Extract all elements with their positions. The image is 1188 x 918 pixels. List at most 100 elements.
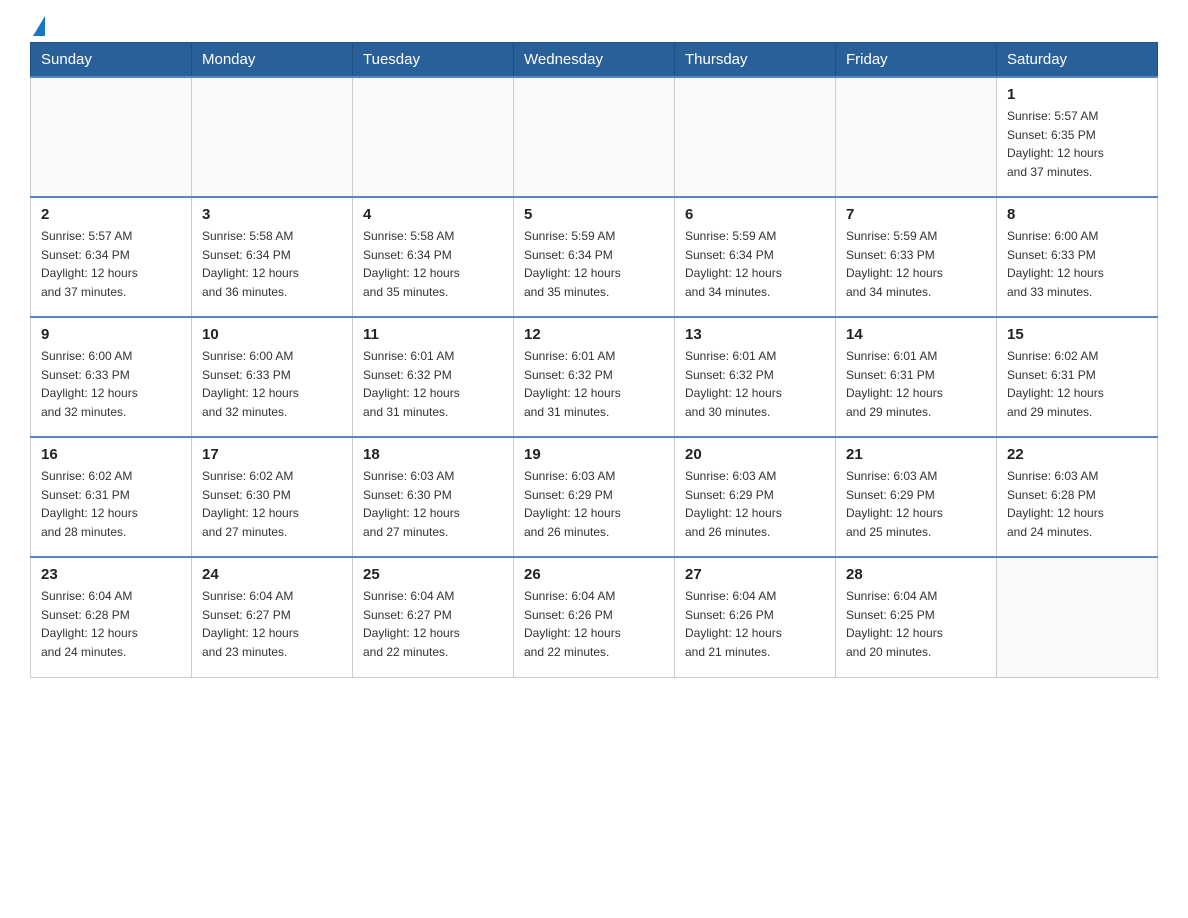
day-number: 14 (846, 326, 986, 343)
calendar-cell: 3 Sunrise: 5:58 AM Sunset: 6:34 PM Daylig… (192, 197, 353, 317)
calendar-cell: 27 Sunrise: 6:04 AM Sunset: 6:26 PM Dayli… (675, 557, 836, 677)
calendar-cell: 18 Sunrise: 6:03 AM Sunset: 6:30 PM Dayli… (353, 437, 514, 557)
day-info: Sunrise: 5:59 AM Sunset: 6:34 PM Dayligh… (685, 227, 825, 301)
day-info: Sunrise: 6:04 AM Sunset: 6:25 PM Dayligh… (846, 587, 986, 661)
calendar-cell (997, 557, 1158, 677)
day-number: 12 (524, 326, 664, 343)
day-number: 22 (1007, 446, 1147, 463)
day-info: Sunrise: 5:58 AM Sunset: 6:34 PM Dayligh… (363, 227, 503, 301)
calendar-table: SundayMondayTuesdayWednesdayThursdayFrid… (30, 42, 1158, 678)
day-info: Sunrise: 6:00 AM Sunset: 6:33 PM Dayligh… (1007, 227, 1147, 301)
day-number: 16 (41, 446, 181, 463)
calendar-cell: 19 Sunrise: 6:03 AM Sunset: 6:29 PM Dayli… (514, 437, 675, 557)
day-info: Sunrise: 6:00 AM Sunset: 6:33 PM Dayligh… (41, 347, 181, 421)
calendar-cell: 6 Sunrise: 5:59 AM Sunset: 6:34 PM Daylig… (675, 197, 836, 317)
day-number: 2 (41, 206, 181, 223)
day-info: Sunrise: 6:01 AM Sunset: 6:32 PM Dayligh… (524, 347, 664, 421)
calendar-week-row: 23 Sunrise: 6:04 AM Sunset: 6:28 PM Dayli… (31, 557, 1158, 677)
day-number: 9 (41, 326, 181, 343)
day-info: Sunrise: 6:04 AM Sunset: 6:28 PM Dayligh… (41, 587, 181, 661)
day-info: Sunrise: 6:02 AM Sunset: 6:31 PM Dayligh… (41, 467, 181, 541)
day-info: Sunrise: 6:04 AM Sunset: 6:26 PM Dayligh… (685, 587, 825, 661)
calendar-cell (514, 77, 675, 197)
weekday-header-monday: Monday (192, 43, 353, 78)
day-number: 4 (363, 206, 503, 223)
day-info: Sunrise: 5:57 AM Sunset: 6:35 PM Dayligh… (1007, 107, 1147, 181)
calendar-week-row: 2 Sunrise: 5:57 AM Sunset: 6:34 PM Daylig… (31, 197, 1158, 317)
day-info: Sunrise: 6:03 AM Sunset: 6:29 PM Dayligh… (846, 467, 986, 541)
calendar-cell: 17 Sunrise: 6:02 AM Sunset: 6:30 PM Dayli… (192, 437, 353, 557)
day-info: Sunrise: 6:04 AM Sunset: 6:27 PM Dayligh… (202, 587, 342, 661)
calendar-cell: 25 Sunrise: 6:04 AM Sunset: 6:27 PM Dayli… (353, 557, 514, 677)
calendar-cell: 26 Sunrise: 6:04 AM Sunset: 6:26 PM Dayli… (514, 557, 675, 677)
day-info: Sunrise: 5:59 AM Sunset: 6:33 PM Dayligh… (846, 227, 986, 301)
weekday-header-friday: Friday (836, 43, 997, 78)
day-info: Sunrise: 6:01 AM Sunset: 6:31 PM Dayligh… (846, 347, 986, 421)
day-info: Sunrise: 6:04 AM Sunset: 6:27 PM Dayligh… (363, 587, 503, 661)
calendar-week-row: 1 Sunrise: 5:57 AM Sunset: 6:35 PM Daylig… (31, 77, 1158, 197)
day-info: Sunrise: 5:57 AM Sunset: 6:34 PM Dayligh… (41, 227, 181, 301)
day-number: 7 (846, 206, 986, 223)
weekday-header-tuesday: Tuesday (353, 43, 514, 78)
day-info: Sunrise: 6:03 AM Sunset: 6:28 PM Dayligh… (1007, 467, 1147, 541)
calendar-cell: 4 Sunrise: 5:58 AM Sunset: 6:34 PM Daylig… (353, 197, 514, 317)
calendar-cell: 20Sunrise: 6:03 AM Sunset: 6:29 PM Dayli… (675, 437, 836, 557)
day-number: 23 (41, 566, 181, 583)
calendar-cell: 24 Sunrise: 6:04 AM Sunset: 6:27 PM Dayli… (192, 557, 353, 677)
day-info: Sunrise: 6:03 AM Sunset: 6:30 PM Dayligh… (363, 467, 503, 541)
page-header (30, 20, 1158, 32)
calendar-cell: 9 Sunrise: 6:00 AM Sunset: 6:33 PM Daylig… (31, 317, 192, 437)
day-info: Sunrise: 6:01 AM Sunset: 6:32 PM Dayligh… (685, 347, 825, 421)
day-number: 19 (524, 446, 664, 463)
calendar-cell (192, 77, 353, 197)
day-info: Sunrise: 6:01 AM Sunset: 6:32 PM Dayligh… (363, 347, 503, 421)
day-number: 27 (685, 566, 825, 583)
day-number: 26 (524, 566, 664, 583)
day-info: Sunrise: 6:00 AM Sunset: 6:33 PM Dayligh… (202, 347, 342, 421)
weekday-header-saturday: Saturday (997, 43, 1158, 78)
day-info: Sunrise: 6:02 AM Sunset: 6:30 PM Dayligh… (202, 467, 342, 541)
day-number: 3 (202, 206, 342, 223)
day-number: 6 (685, 206, 825, 223)
day-number: 25 (363, 566, 503, 583)
day-number: 8 (1007, 206, 1147, 223)
day-info: Sunrise: 6:03 AM Sunset: 6:29 PM Dayligh… (685, 467, 825, 541)
day-info: Sunrise: 6:03 AM Sunset: 6:29 PM Dayligh… (524, 467, 664, 541)
calendar-cell: 28 Sunrise: 6:04 AM Sunset: 6:25 PM Dayli… (836, 557, 997, 677)
calendar-cell: 1 Sunrise: 5:57 AM Sunset: 6:35 PM Daylig… (997, 77, 1158, 197)
calendar-cell: 14 Sunrise: 6:01 AM Sunset: 6:31 PM Dayli… (836, 317, 997, 437)
logo (30, 20, 45, 32)
day-info: Sunrise: 6:04 AM Sunset: 6:26 PM Dayligh… (524, 587, 664, 661)
weekday-header-thursday: Thursday (675, 43, 836, 78)
calendar-cell (836, 77, 997, 197)
day-number: 17 (202, 446, 342, 463)
calendar-cell (675, 77, 836, 197)
calendar-cell: 7 Sunrise: 5:59 AM Sunset: 6:33 PM Daylig… (836, 197, 997, 317)
calendar-week-row: 9 Sunrise: 6:00 AM Sunset: 6:33 PM Daylig… (31, 317, 1158, 437)
calendar-cell (353, 77, 514, 197)
day-number: 11 (363, 326, 503, 343)
calendar-cell: 15 Sunrise: 6:02 AM Sunset: 6:31 PM Dayli… (997, 317, 1158, 437)
day-info: Sunrise: 5:58 AM Sunset: 6:34 PM Dayligh… (202, 227, 342, 301)
day-info: Sunrise: 6:02 AM Sunset: 6:31 PM Dayligh… (1007, 347, 1147, 421)
calendar-cell: 5Sunrise: 5:59 AM Sunset: 6:34 PM Daylig… (514, 197, 675, 317)
calendar-cell: 11 Sunrise: 6:01 AM Sunset: 6:32 PM Dayli… (353, 317, 514, 437)
day-number: 24 (202, 566, 342, 583)
calendar-cell: 22 Sunrise: 6:03 AM Sunset: 6:28 PM Dayli… (997, 437, 1158, 557)
calendar-week-row: 16 Sunrise: 6:02 AM Sunset: 6:31 PM Dayli… (31, 437, 1158, 557)
calendar-cell: 16 Sunrise: 6:02 AM Sunset: 6:31 PM Dayli… (31, 437, 192, 557)
calendar-cell: 12 Sunrise: 6:01 AM Sunset: 6:32 PM Dayli… (514, 317, 675, 437)
weekday-header-wednesday: Wednesday (514, 43, 675, 78)
day-number: 13 (685, 326, 825, 343)
day-number: 15 (1007, 326, 1147, 343)
calendar-cell (31, 77, 192, 197)
weekday-header-sunday: Sunday (31, 43, 192, 78)
calendar-cell: 2 Sunrise: 5:57 AM Sunset: 6:34 PM Daylig… (31, 197, 192, 317)
calendar-cell: 21Sunrise: 6:03 AM Sunset: 6:29 PM Dayli… (836, 437, 997, 557)
day-number: 10 (202, 326, 342, 343)
day-number: 28 (846, 566, 986, 583)
logo-triangle-icon (33, 16, 45, 36)
day-info: Sunrise: 5:59 AM Sunset: 6:34 PM Dayligh… (524, 227, 664, 301)
day-number: 1 (1007, 86, 1147, 103)
day-number: 18 (363, 446, 503, 463)
